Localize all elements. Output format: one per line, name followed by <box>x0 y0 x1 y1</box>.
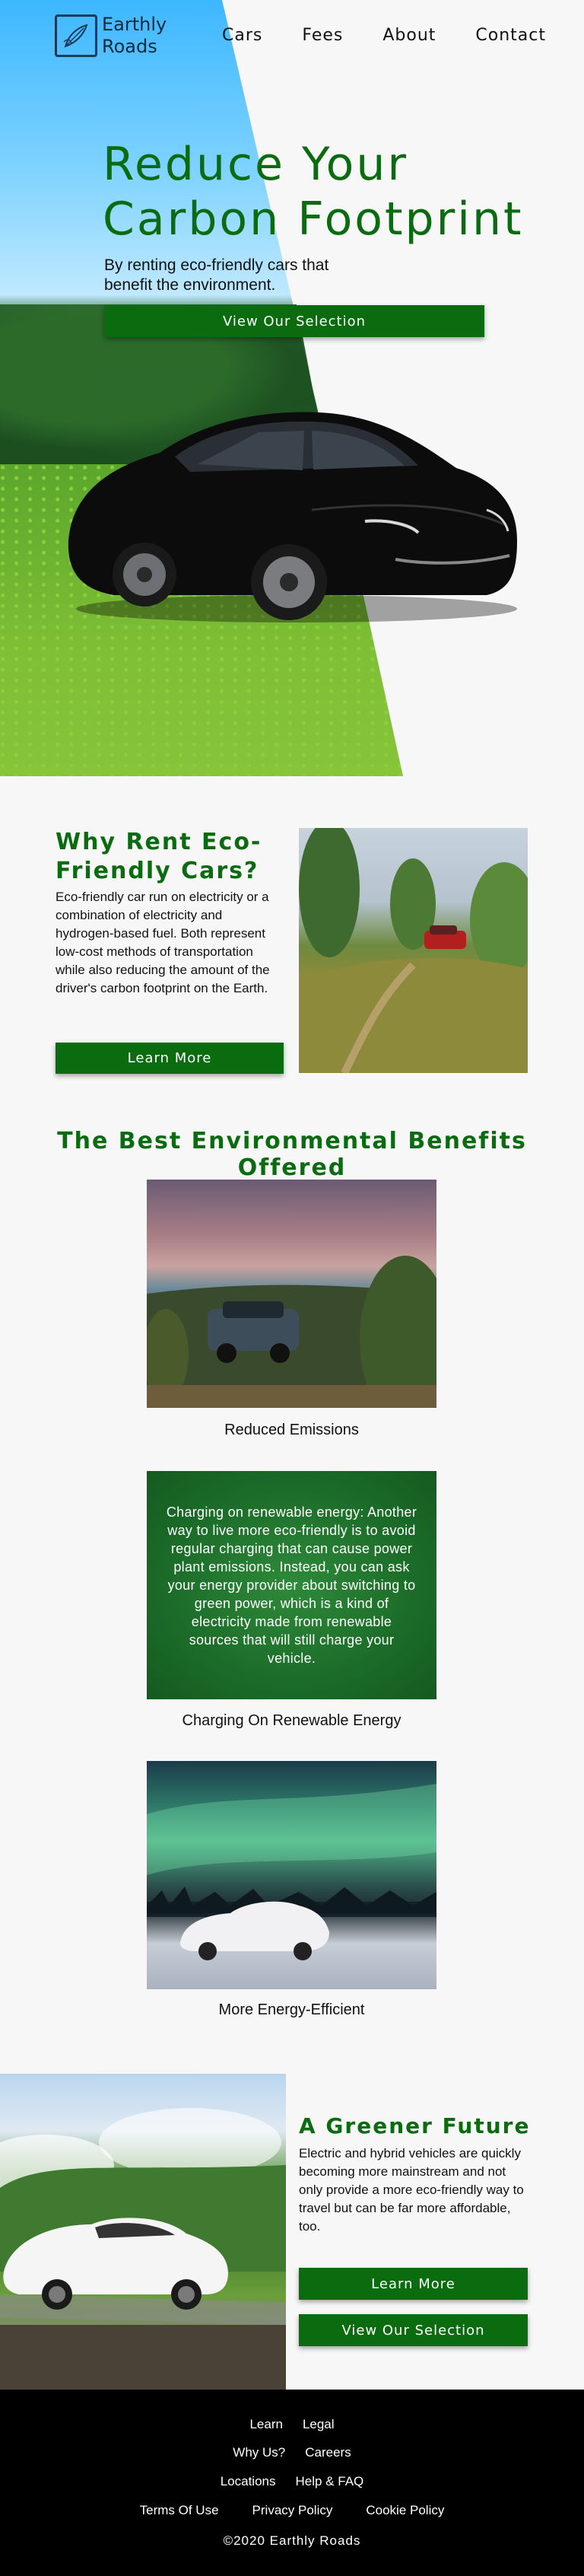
white-car-image <box>0 2074 286 2390</box>
greener-future-text: Electric and hybrid vehicles are quickly… <box>299 2146 524 2234</box>
nav-link-contact[interactable]: Contact <box>475 26 546 45</box>
footer-link-locations[interactable]: Locations <box>221 2474 276 2489</box>
why-learn-more-button[interactable]: Learn More <box>56 1043 284 1074</box>
top-navigation: Earthly Roads Cars Fees About Contact <box>0 0 584 76</box>
brand-name-line1: Earthly <box>102 14 167 35</box>
renewable-energy-label: Charging On Renewable Energy <box>182 1712 402 1729</box>
benefits-title: The Best Environmental Benefits Offered <box>57 1128 527 1181</box>
footer-row: Learn Legal <box>0 2417 584 2432</box>
nav-links: Cars Fees About Contact <box>222 26 546 45</box>
red-car-on-hill-image <box>299 828 528 1073</box>
reduced-emissions-image <box>147 1180 436 1408</box>
greener-learn-more-button[interactable]: Learn More <box>299 2268 528 2300</box>
brand-name-line2: Roads <box>102 36 157 57</box>
view-selection-button[interactable]: View Our Selection <box>104 305 484 337</box>
nav-link-about[interactable]: About <box>382 26 436 45</box>
why-rent-text: Eco-friendly car run on electricity or a… <box>56 890 270 995</box>
renewable-energy-overlay-text: Charging on renewable energy: Another wa… <box>166 1505 417 1666</box>
leaf-logo-icon <box>55 14 97 57</box>
footer-row: Terms Of Use Privacy Policy Cookie Polic… <box>0 2503 584 2518</box>
hero-section: Earthly Roads Cars Fees About Contact Re… <box>0 0 584 776</box>
footer-link-help-faq[interactable]: Help & FAQ <box>296 2474 364 2489</box>
energy-efficient-label: More Energy-Efficient <box>218 2001 365 2018</box>
greener-future-title: A Greener Future <box>299 2113 531 2138</box>
footer-link-learn[interactable]: Learn <box>249 2417 282 2432</box>
footer-link-legal[interactable]: Legal <box>303 2417 335 2432</box>
renewable-energy-card: Charging on renewable energy: Another wa… <box>147 1471 436 1699</box>
footer-link-terms[interactable]: Terms Of Use <box>140 2503 219 2518</box>
greener-view-selection-button[interactable]: View Our Selection <box>299 2314 528 2346</box>
hero-subtitle: By renting eco-friendly cars that benefi… <box>104 256 329 294</box>
footer-row: Locations Help & FAQ <box>0 2474 584 2489</box>
hero-car-image <box>68 412 517 623</box>
footer-link-privacy[interactable]: Privacy Policy <box>252 2503 333 2518</box>
hero-title: Reduce Your Carbon Footprint <box>103 138 524 246</box>
nav-link-cars[interactable]: Cars <box>222 26 262 45</box>
why-rent-title: Why Rent Eco-Friendly Cars? <box>56 829 262 884</box>
footer-link-careers[interactable]: Careers <box>305 2445 351 2460</box>
logo[interactable]: Earthly Roads <box>55 14 167 58</box>
reduced-emissions-label: Reduced Emissions <box>224 1422 359 1438</box>
copyright-text: ©2020 Earthly Roads <box>223 2533 361 2548</box>
footer-link-cookie[interactable]: Cookie Policy <box>366 2503 444 2518</box>
logo-text: Earthly Roads <box>102 14 167 58</box>
energy-efficient-image <box>147 1761 436 1989</box>
nav-link-fees[interactable]: Fees <box>302 26 343 45</box>
footer-row: Why Us? Careers <box>0 2445 584 2460</box>
footer: Learn Legal Why Us? Careers Locations He… <box>0 2390 584 2576</box>
footer-link-why-us[interactable]: Why Us? <box>233 2445 285 2460</box>
